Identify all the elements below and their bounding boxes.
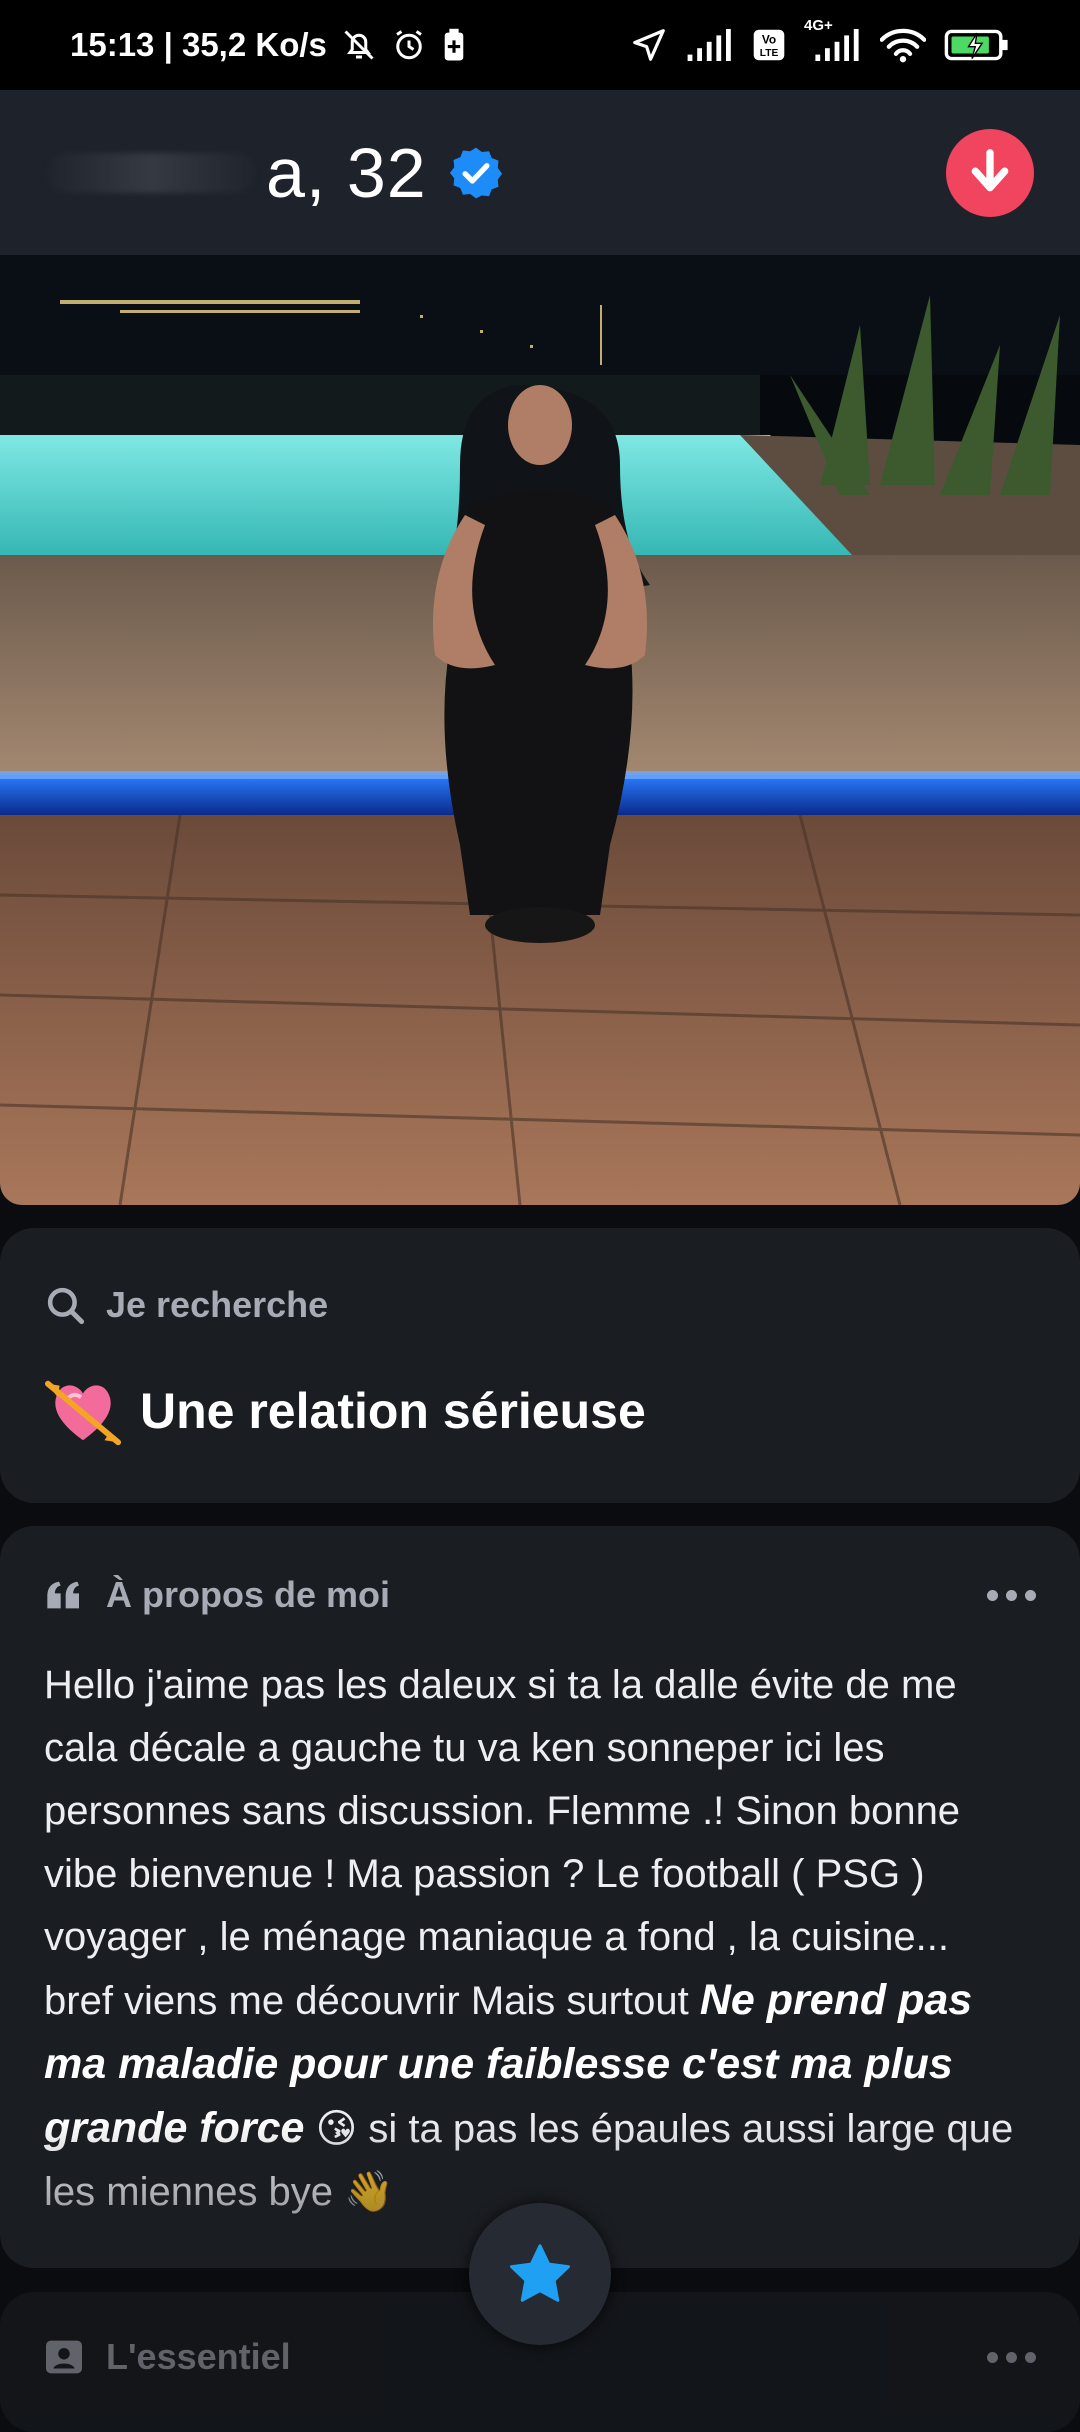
photo-scene [0,255,1080,1205]
search-icon [47,1287,85,1325]
profile-photo[interactable] [0,255,1080,1205]
volte-icon: Vo LTE [752,28,786,62]
looking-for-label: Je recherche [106,1284,329,1325]
close-profile-button[interactable] [946,128,1034,217]
status-bar: 15:13 | 35,2 Ko/s Vo LTE 4G+ [0,0,1080,90]
profile-name-age: a, 32 [266,133,427,212]
signal-4g-icon: 4G+ [804,17,862,61]
redacted-name [46,152,256,193]
about-label: À propos de moi [106,1574,391,1615]
essentials-more-button[interactable] [987,2351,1036,2363]
about-card: À propos de moi Hello j'aime pas les dal… [0,1526,1080,2268]
location-icon [630,26,668,64]
about-text: Hello j'aime pas les daleux si ta la dal… [44,1654,1036,2224]
more-dots-icon [987,1589,998,1601]
svg-text:LTE: LTE [760,48,779,59]
essentials-label: L'essentiel [106,2336,291,2377]
profile-header: a, 32 [0,90,1080,255]
looking-for-value: Une relation sérieuse [140,1383,646,1439]
status-time: 15:13 | 35,2 Ko/s [70,26,327,63]
alarm-icon [391,27,427,63]
about-text-intro: Hello j'aime pas les daleux si ta la dal… [44,1663,961,2023]
battery-charging-icon [944,28,1010,62]
looking-for-card: Je recherche Une relation sérieuse [0,1228,1080,1503]
svg-text:Vo: Vo [762,32,776,46]
wifi-icon [880,27,926,63]
more-options-button[interactable] [987,1589,1036,1601]
verified-badge-icon [449,147,502,198]
star-icon [509,2244,571,2302]
quote-icon [47,1581,79,1609]
heart-arrow-icon [44,1380,122,1446]
bell-off-icon [341,27,377,63]
network-type: 4G+ [804,17,833,34]
arrow-down-icon [971,148,1009,191]
super-like-button[interactable] [469,2203,611,2345]
signal-icon [686,29,734,61]
id-card-icon [46,2340,82,2374]
battery-saver-icon [441,28,467,62]
